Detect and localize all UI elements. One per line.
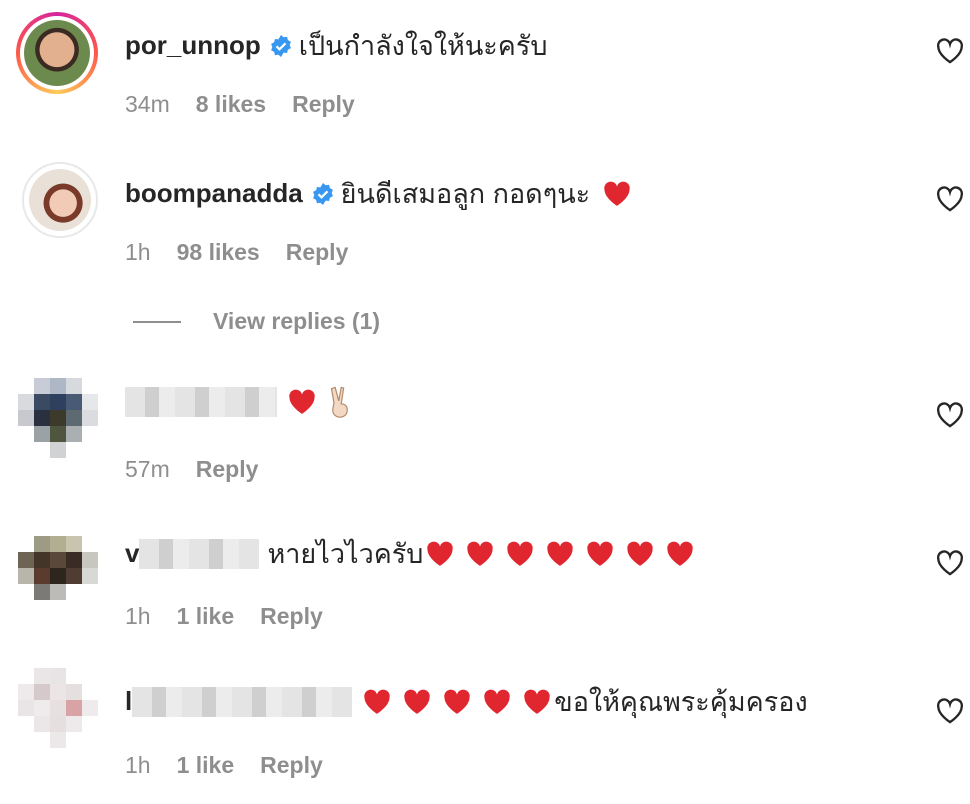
verified-badge-icon xyxy=(312,182,333,205)
comment-time: 1h xyxy=(125,239,151,265)
victory-hand-icon xyxy=(330,386,348,418)
comment-time: 57m xyxy=(125,456,170,482)
like-heart-icon[interactable] xyxy=(936,698,964,724)
divider xyxy=(133,320,181,323)
comment-time: 34m xyxy=(125,91,170,117)
red-heart-emoji xyxy=(604,181,630,206)
like-heart-icon[interactable] xyxy=(936,186,964,212)
like-count[interactable]: 1 like xyxy=(177,603,235,630)
like-count[interactable]: 98 likes xyxy=(177,239,260,266)
heart-emoji-row xyxy=(425,540,695,568)
reply-button[interactable]: Reply xyxy=(292,91,355,118)
red-heart-emoji xyxy=(627,541,654,566)
view-replies-label: View replies (1) xyxy=(213,308,381,334)
like-heart-icon[interactable] xyxy=(936,402,964,428)
avatar[interactable] xyxy=(16,12,98,94)
red-heart-emoji xyxy=(444,689,470,714)
like-count[interactable]: 1 like xyxy=(177,752,235,779)
comment-text: ขอให้คุณพระคุ้มครอง xyxy=(554,687,808,717)
reply-button[interactable]: Reply xyxy=(260,603,323,630)
reply-button[interactable]: Reply xyxy=(286,239,349,266)
comment-text: ยินดีเสมอลูก กอดๆนะ xyxy=(340,179,591,209)
red-heart-emoji xyxy=(467,541,494,566)
red-heart-emoji xyxy=(427,541,454,566)
comment-time: 1h xyxy=(125,752,151,778)
view-replies-button[interactable]: View replies (1) xyxy=(133,308,380,335)
comment-text: เป็นกำลังใจให้นะครับ xyxy=(298,31,548,61)
like-heart-icon[interactable] xyxy=(936,38,964,64)
username[interactable]: boompanadda xyxy=(125,178,303,209)
red-heart-emoji xyxy=(289,389,315,414)
username-redacted[interactable] xyxy=(132,686,353,717)
red-heart-emoji xyxy=(404,689,430,714)
username-redacted[interactable] xyxy=(125,387,277,417)
red-heart-emoji xyxy=(524,689,550,714)
red-heart-emoji xyxy=(484,689,510,714)
username[interactable]: v xyxy=(125,538,139,569)
like-count[interactable]: 8 likes xyxy=(196,91,266,118)
username[interactable]: l xyxy=(125,686,132,717)
verified-badge-icon xyxy=(270,34,291,57)
red-heart-emoji xyxy=(587,541,614,566)
avatar[interactable] xyxy=(22,162,98,238)
like-heart-icon[interactable] xyxy=(936,550,964,576)
red-heart-emoji xyxy=(547,541,574,566)
comment-time: 1h xyxy=(125,603,151,629)
red-heart-emoji xyxy=(507,541,534,566)
red-heart-emoji xyxy=(364,689,390,714)
username-redacted[interactable] xyxy=(139,538,260,569)
avatar[interactable] xyxy=(18,520,98,604)
red-heart-emoji xyxy=(667,541,694,566)
avatar[interactable] xyxy=(18,668,98,752)
comment-text: หายไวไวครับ xyxy=(267,539,424,569)
avatar[interactable] xyxy=(18,378,98,462)
reply-button[interactable]: Reply xyxy=(196,456,259,483)
reply-button[interactable]: Reply xyxy=(260,752,323,779)
heart-emoji-row xyxy=(362,688,554,716)
username[interactable]: por_unnop xyxy=(125,30,261,61)
